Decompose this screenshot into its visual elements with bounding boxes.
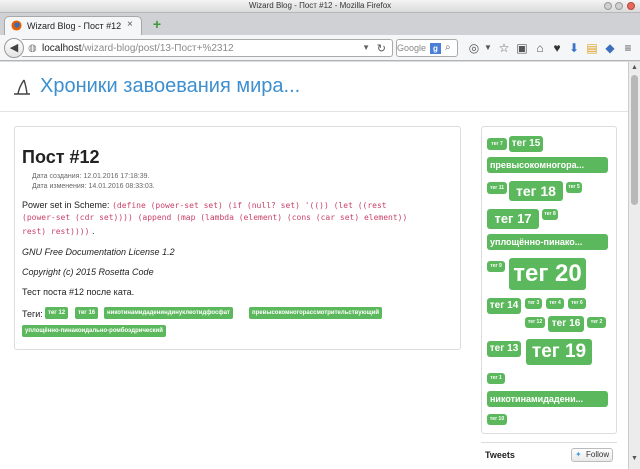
firefox-favicon-icon — [11, 20, 22, 31]
twitter-bird-icon: ✦ — [575, 450, 582, 459]
post-tag[interactable]: уплощённо-пинакоидально-ромбоэдрический — [22, 325, 166, 337]
cloud-tag[interactable]: тег 3 — [525, 298, 542, 309]
cloud-tag[interactable]: уплощённо-пинако... — [487, 234, 608, 250]
reload-icon[interactable]: ↻ — [377, 42, 386, 55]
cloud-tag[interactable]: тег 7 — [487, 138, 507, 150]
cloud-tag[interactable]: тег 20 — [509, 258, 586, 290]
post-intro: Power set in Scheme: (define (power-set … — [22, 200, 387, 210]
post-tag[interactable]: тег 16 — [75, 307, 99, 319]
cloud-tag[interactable]: тег 10 — [487, 414, 507, 425]
search-icon[interactable]: ⌕ — [445, 42, 451, 53]
url-text[interactable]: localhost/wizard-blog/post/13-Пост+%2312 — [42, 43, 234, 54]
post-body: Тест поста #12 после ката. — [22, 287, 135, 297]
extension-icon[interactable]: ▤ — [584, 41, 600, 55]
tweets-widget: Tweets ✦ Follow — [481, 442, 617, 469]
post-card: Пост #12 Дата создания: 12.01.2016 17:18… — [14, 126, 461, 350]
tab-bar: Wizard Blog - Пост #12 × + — [0, 13, 640, 35]
cloud-tag[interactable]: тег 17 — [487, 209, 539, 229]
post-tag[interactable]: никотинамидадениндинуклеотидфосфат — [104, 307, 233, 319]
cloud-tag[interactable]: тег 14 — [487, 298, 521, 314]
tags-label: Теги: — [22, 309, 43, 319]
extension-icon-2[interactable]: ◆ — [602, 41, 618, 55]
scroll-down-arrow-icon[interactable]: ▼ — [631, 455, 638, 462]
browser-tab[interactable]: Wizard Blog - Пост #12 × — [4, 16, 142, 35]
code-snippet-last: rest) rest)))) . — [22, 226, 94, 236]
cloud-tag[interactable]: тег 18 — [509, 181, 563, 201]
follow-label: Follow — [586, 450, 610, 459]
search-engine-name: Google — [397, 43, 427, 53]
cloud-tag[interactable]: тег 12 — [525, 317, 545, 328]
page-viewport: Хроники завоевания мира... Пост #12 Дата… — [0, 62, 628, 469]
url-path: /wizard-blog/post/13-Пост+%2312 — [81, 43, 234, 54]
post-tag[interactable]: тег 12 — [45, 307, 69, 319]
globe-icon: ◍ — [28, 43, 37, 54]
post-copyright: Copyright (c) 2015 Rosetta Code — [22, 267, 154, 277]
cloud-tag[interactable]: тег 15 — [509, 136, 543, 152]
post-created-date: Дата создания: 12.01.2016 17:18:39. — [32, 173, 150, 180]
cloud-tag[interactable]: тег 5 — [566, 182, 582, 193]
url-host: localhost — [42, 43, 82, 54]
url-bar[interactable]: ◍ localhost/wizard-blog/post/13-Пост+%23… — [22, 39, 393, 57]
post-tag[interactable]: превысокомногорассмотрительствующий — [249, 307, 383, 319]
close-window-button[interactable] — [627, 2, 635, 10]
menu-icon[interactable]: ≡ — [620, 41, 636, 55]
cloud-tag[interactable]: тег 9 — [487, 261, 505, 272]
tab-close-icon[interactable]: × — [127, 19, 133, 30]
code-snippet-line-1: (define (power-set set) (if (null? set) … — [112, 201, 387, 210]
post-title: Пост #12 — [22, 147, 100, 167]
post-modified-date: Дата изменения: 14.01.2016 08:33:03. — [32, 183, 155, 190]
wizard-logo-icon — [14, 79, 30, 95]
new-tab-button[interactable]: + — [150, 17, 164, 31]
cloud-tag[interactable]: никотинамидадени... — [487, 391, 608, 407]
cloud-tag[interactable]: превысокомногора... — [487, 157, 608, 173]
post-intro-text: Power set in Scheme: — [22, 200, 110, 210]
cloud-tag[interactable]: тег 8 — [542, 209, 558, 220]
site-title-link[interactable]: Хроники завоевания мира... — [40, 75, 300, 98]
cloud-tag[interactable]: тег 16 — [548, 316, 584, 332]
clipboard-icon[interactable]: ▣ — [514, 41, 530, 55]
vertical-scrollbar[interactable]: ▲ ▼ — [628, 62, 640, 469]
minimize-button[interactable] — [604, 2, 612, 10]
search-bar[interactable]: Google g ⌕ — [396, 39, 458, 57]
tweets-title: Tweets — [485, 450, 515, 460]
tag-cloud-card: тег 7 тег 15 превысокомногора... тег 11 … — [481, 126, 617, 434]
scroll-up-arrow-icon[interactable]: ▲ — [631, 64, 638, 71]
code-snippet-period: . — [91, 226, 95, 236]
pocket-icon[interactable]: ♥ — [549, 41, 565, 55]
addon-dropdown-icon[interactable]: ▼ — [480, 41, 496, 55]
url-history-dropdown-icon[interactable]: ▼ — [362, 43, 370, 52]
window-title: Wizard Blog - Пост #12 - Mozilla Firefox — [248, 1, 392, 10]
cloud-tag[interactable]: тег 4 — [546, 298, 564, 309]
cloud-tag[interactable]: тег 6 — [568, 298, 586, 309]
cloud-tag[interactable]: тег 19 — [526, 339, 592, 365]
home-icon[interactable]: ⌂ — [532, 41, 548, 55]
follow-button[interactable]: ✦ Follow — [571, 448, 613, 462]
bookmark-star-icon[interactable]: ☆ — [496, 41, 512, 55]
back-button[interactable]: ◀ — [4, 38, 24, 58]
code-snippet-line-2: (power-set (cdr set)))) (append (map (la… — [22, 213, 408, 222]
code-snippet-line-3: rest) rest)))) — [22, 227, 90, 236]
cloud-tag[interactable]: тег 13 — [487, 341, 521, 357]
download-icon[interactable]: ⬇ — [566, 41, 582, 55]
scrollbar-thumb[interactable] — [631, 75, 638, 205]
navigation-bar: ◍ localhost/wizard-blog/post/13-Пост+%23… — [0, 35, 640, 61]
tab-title: Wizard Blog - Пост #12 — [27, 21, 122, 31]
cloud-tag[interactable]: тег 2 — [587, 317, 606, 328]
cloud-tag[interactable]: тег 1 — [487, 373, 505, 384]
window-titlebar: Wizard Blog - Пост #12 - Mozilla Firefox — [0, 0, 640, 13]
post-license: GNU Free Documentation License 1.2 — [22, 247, 175, 257]
maximize-button[interactable] — [615, 2, 623, 10]
cloud-tag[interactable]: тег 11 — [487, 182, 507, 194]
google-icon[interactable]: g — [430, 43, 441, 54]
site-header: Хроники завоевания мира... — [0, 62, 628, 112]
